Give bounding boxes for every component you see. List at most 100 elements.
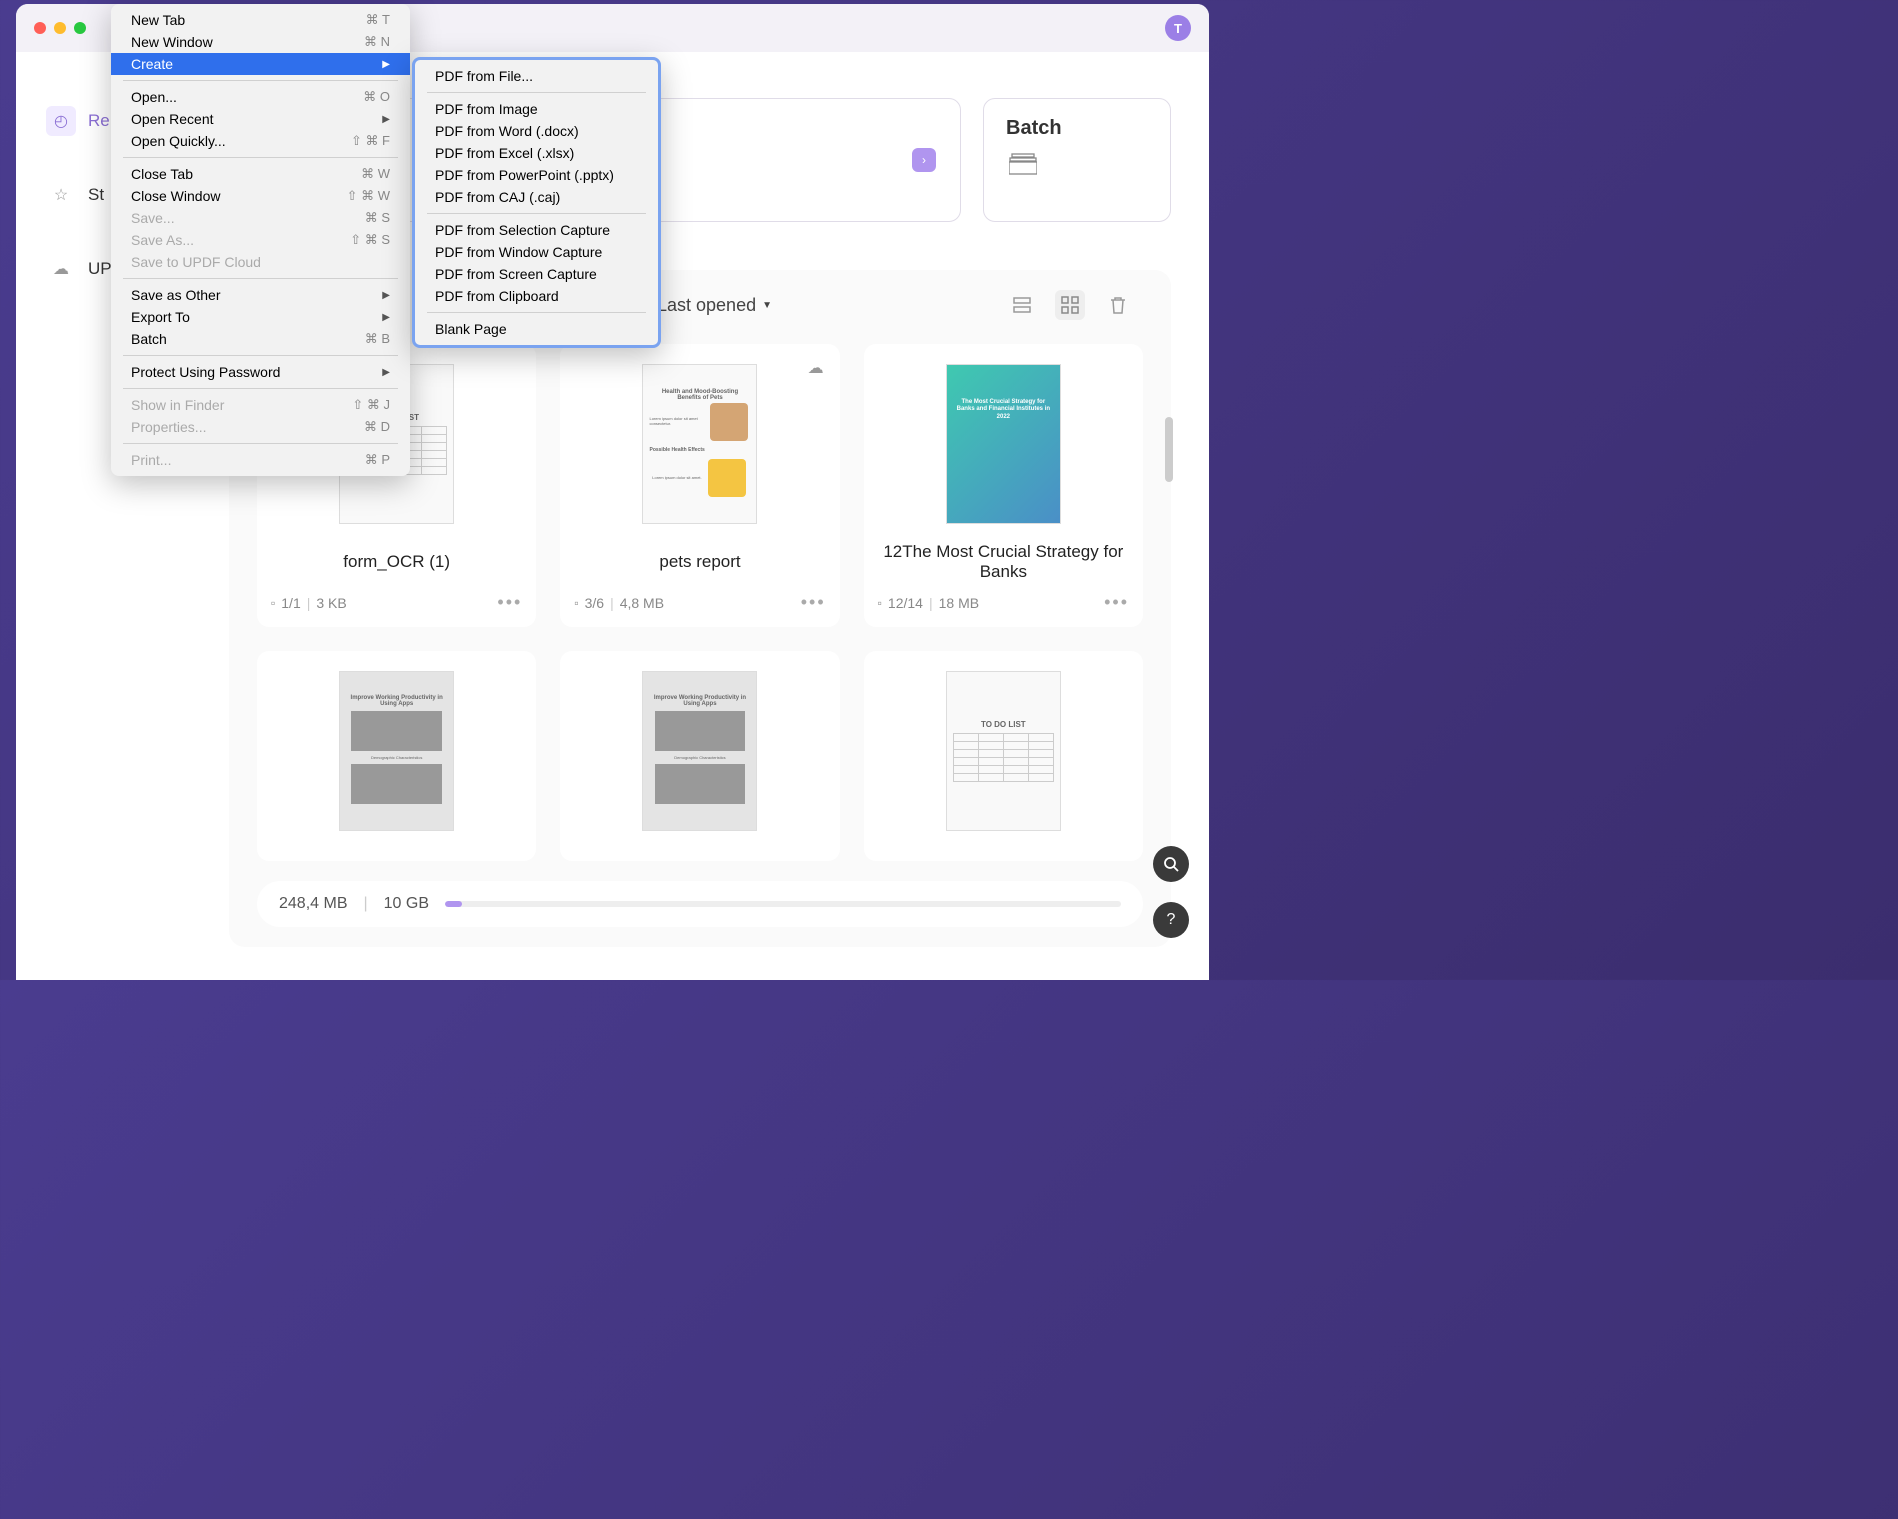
menu-item-label: Save As... <box>131 232 194 248</box>
menu-item-open[interactable]: Open...⌘ O <box>111 86 410 108</box>
chevron-right-icon: ▶ <box>382 312 390 323</box>
search-fab[interactable] <box>1153 846 1189 882</box>
menu-item-save: Save...⌘ S <box>111 207 410 229</box>
more-button[interactable]: ••• <box>801 592 826 613</box>
menu-item-label: PDF from PowerPoint (.pptx) <box>435 167 614 183</box>
menu-item-label: PDF from Selection Capture <box>435 222 610 238</box>
close-window-button[interactable] <box>34 22 46 34</box>
submenu-item-pdf-from-clipboard[interactable]: PDF from Clipboard <box>415 285 658 307</box>
menu-shortcut: ⇧ ⌘ J <box>352 397 390 413</box>
file-card[interactable]: TO DO LIST <box>864 651 1143 861</box>
menu-item-save-to-updf-cloud: Save to UPDF Cloud <box>111 251 410 273</box>
file-card[interactable]: The Most Crucial Strategy for Banks and … <box>864 344 1143 627</box>
menu-shortcut: ⌘ T <box>366 12 390 28</box>
more-button[interactable]: ••• <box>1104 592 1129 613</box>
scrollbar-thumb[interactable] <box>1165 417 1173 482</box>
menu-item-label: Close Window <box>131 188 220 204</box>
menu-separator <box>123 80 398 81</box>
submenu-item-pdf-from-powerpoint-pptx[interactable]: PDF from PowerPoint (.pptx) <box>415 164 658 186</box>
minimize-window-button[interactable] <box>54 22 66 34</box>
sort-dropdown[interactable]: Last opened ▼ <box>657 295 772 316</box>
menu-item-label: PDF from CAJ (.caj) <box>435 189 560 205</box>
menu-item-label: PDF from Image <box>435 101 538 117</box>
submenu-item-pdf-from-selection-capture[interactable]: PDF from Selection Capture <box>415 219 658 241</box>
menu-item-new-window[interactable]: New Window⌘ N <box>111 31 410 53</box>
chevron-right-icon: ▶ <box>382 290 390 301</box>
file-size: 4,8 MB <box>620 595 664 611</box>
menu-item-label: PDF from Screen Capture <box>435 266 597 282</box>
menu-item-new-tab[interactable]: New Tab ⌘ T <box>111 9 410 31</box>
page-icon: ▫ <box>878 596 882 610</box>
storage-used: 248,4 MB <box>279 895 347 913</box>
batch-card[interactable]: Batch <box>983 98 1171 222</box>
menu-item-label: Save to UPDF Cloud <box>131 254 261 270</box>
file-card[interactable]: ☁Health and Mood-Boosting Benefits of Pe… <box>560 344 839 627</box>
view-grid-button[interactable] <box>1055 290 1085 320</box>
batch-title: Batch <box>1006 117 1148 140</box>
menu-shortcut: ⌘ P <box>365 452 390 468</box>
submenu-item-pdf-from-word-docx[interactable]: PDF from Word (.docx) <box>415 120 658 142</box>
view-list-button[interactable] <box>1007 290 1037 320</box>
menu-item-open-recent[interactable]: Open Recent▶ <box>111 108 410 130</box>
submenu-item-pdf-from-caj-caj[interactable]: PDF from CAJ (.caj) <box>415 186 658 208</box>
batch-icon <box>1006 152 1040 176</box>
file-size: 18 MB <box>939 595 979 611</box>
file-card[interactable]: Improve Working Productivity in Using Ap… <box>560 651 839 861</box>
user-avatar[interactable]: T <box>1165 15 1191 41</box>
submenu-item-pdf-from-window-capture[interactable]: PDF from Window Capture <box>415 241 658 263</box>
menu-item-close-tab[interactable]: Close Tab⌘ W <box>111 163 410 185</box>
menu-item-label: Batch <box>131 331 167 347</box>
file-pages: 12/14 <box>888 595 923 611</box>
trash-button[interactable] <box>1103 290 1133 320</box>
menu-item-close-window[interactable]: Close Window⇧ ⌘ W <box>111 185 410 207</box>
more-button[interactable]: ••• <box>497 592 522 613</box>
menu-item-label: Protect Using Password <box>131 364 280 380</box>
submenu-item-blank-page[interactable]: Blank Page <box>415 318 658 340</box>
chevron-right-icon: ▶ <box>382 114 390 125</box>
menu-item-label: New Tab <box>131 12 185 28</box>
menu-item-label: Show in Finder <box>131 397 224 413</box>
file-pages: 1/1 <box>281 595 300 611</box>
file-size: 3 KB <box>316 595 346 611</box>
menu-separator <box>427 312 646 313</box>
chevron-right-icon: ▶ <box>382 59 390 70</box>
menu-item-label: Save... <box>131 210 175 226</box>
menu-item-save-as-other[interactable]: Save as Other▶ <box>111 284 410 306</box>
menu-separator <box>123 355 398 356</box>
cloud-sync-icon: ☁ <box>808 358 824 378</box>
expand-button[interactable]: › <box>912 148 936 172</box>
file-name: form_OCR (1) <box>271 540 522 584</box>
submenu-item-pdf-from-screen-capture[interactable]: PDF from Screen Capture <box>415 263 658 285</box>
chevron-right-icon: ▶ <box>382 367 390 378</box>
menu-item-label: Blank Page <box>435 321 507 337</box>
menu-item-batch[interactable]: Batch ⌘ B <box>111 328 410 350</box>
create-submenu[interactable]: PDF from File... PDF from Image PDF from W… <box>412 57 661 348</box>
menu-item-label: Open... <box>131 89 177 105</box>
maximize-window-button[interactable] <box>74 22 86 34</box>
file-meta: ▫ 1/1 | 3 KB ••• <box>271 592 522 613</box>
menu-separator <box>427 213 646 214</box>
sidebar-label: UP <box>88 259 112 279</box>
menu-item-open-quickly[interactable]: Open Quickly...⇧ ⌘ F <box>111 130 410 152</box>
submenu-item-pdf-from-excel-xlsx[interactable]: PDF from Excel (.xlsx) <box>415 142 658 164</box>
file-name: 12The Most Crucial Strategy for Banks <box>878 540 1129 584</box>
menu-separator <box>123 388 398 389</box>
storage-total: 10 GB <box>384 895 429 913</box>
submenu-item-pdf-from-image[interactable]: PDF from Image <box>415 98 658 120</box>
menu-item-create[interactable]: Create ▶ <box>111 53 410 75</box>
file-menu[interactable]: New Tab ⌘ T New Window⌘ N Create ▶ Open...⌘ O… <box>111 4 410 476</box>
menu-item-label: Create <box>131 56 173 72</box>
storage-fill <box>445 901 462 907</box>
menu-item-export-to[interactable]: Export To▶ <box>111 306 410 328</box>
file-pages: 3/6 <box>585 595 604 611</box>
menu-separator <box>123 443 398 444</box>
star-icon: ☆ <box>46 180 76 210</box>
submenu-item-pdf-from-file[interactable]: PDF from File... <box>415 65 658 87</box>
page-icon: ▫ <box>271 596 275 610</box>
sidebar-label: Re <box>88 111 110 131</box>
menu-shortcut: ⌘ B <box>365 331 390 347</box>
file-card[interactable]: Improve Working Productivity in Using Ap… <box>257 651 536 861</box>
menu-separator <box>123 157 398 158</box>
help-fab[interactable]: ? <box>1153 902 1189 938</box>
menu-item-protect-using-password[interactable]: Protect Using Password ▶ <box>111 361 410 383</box>
